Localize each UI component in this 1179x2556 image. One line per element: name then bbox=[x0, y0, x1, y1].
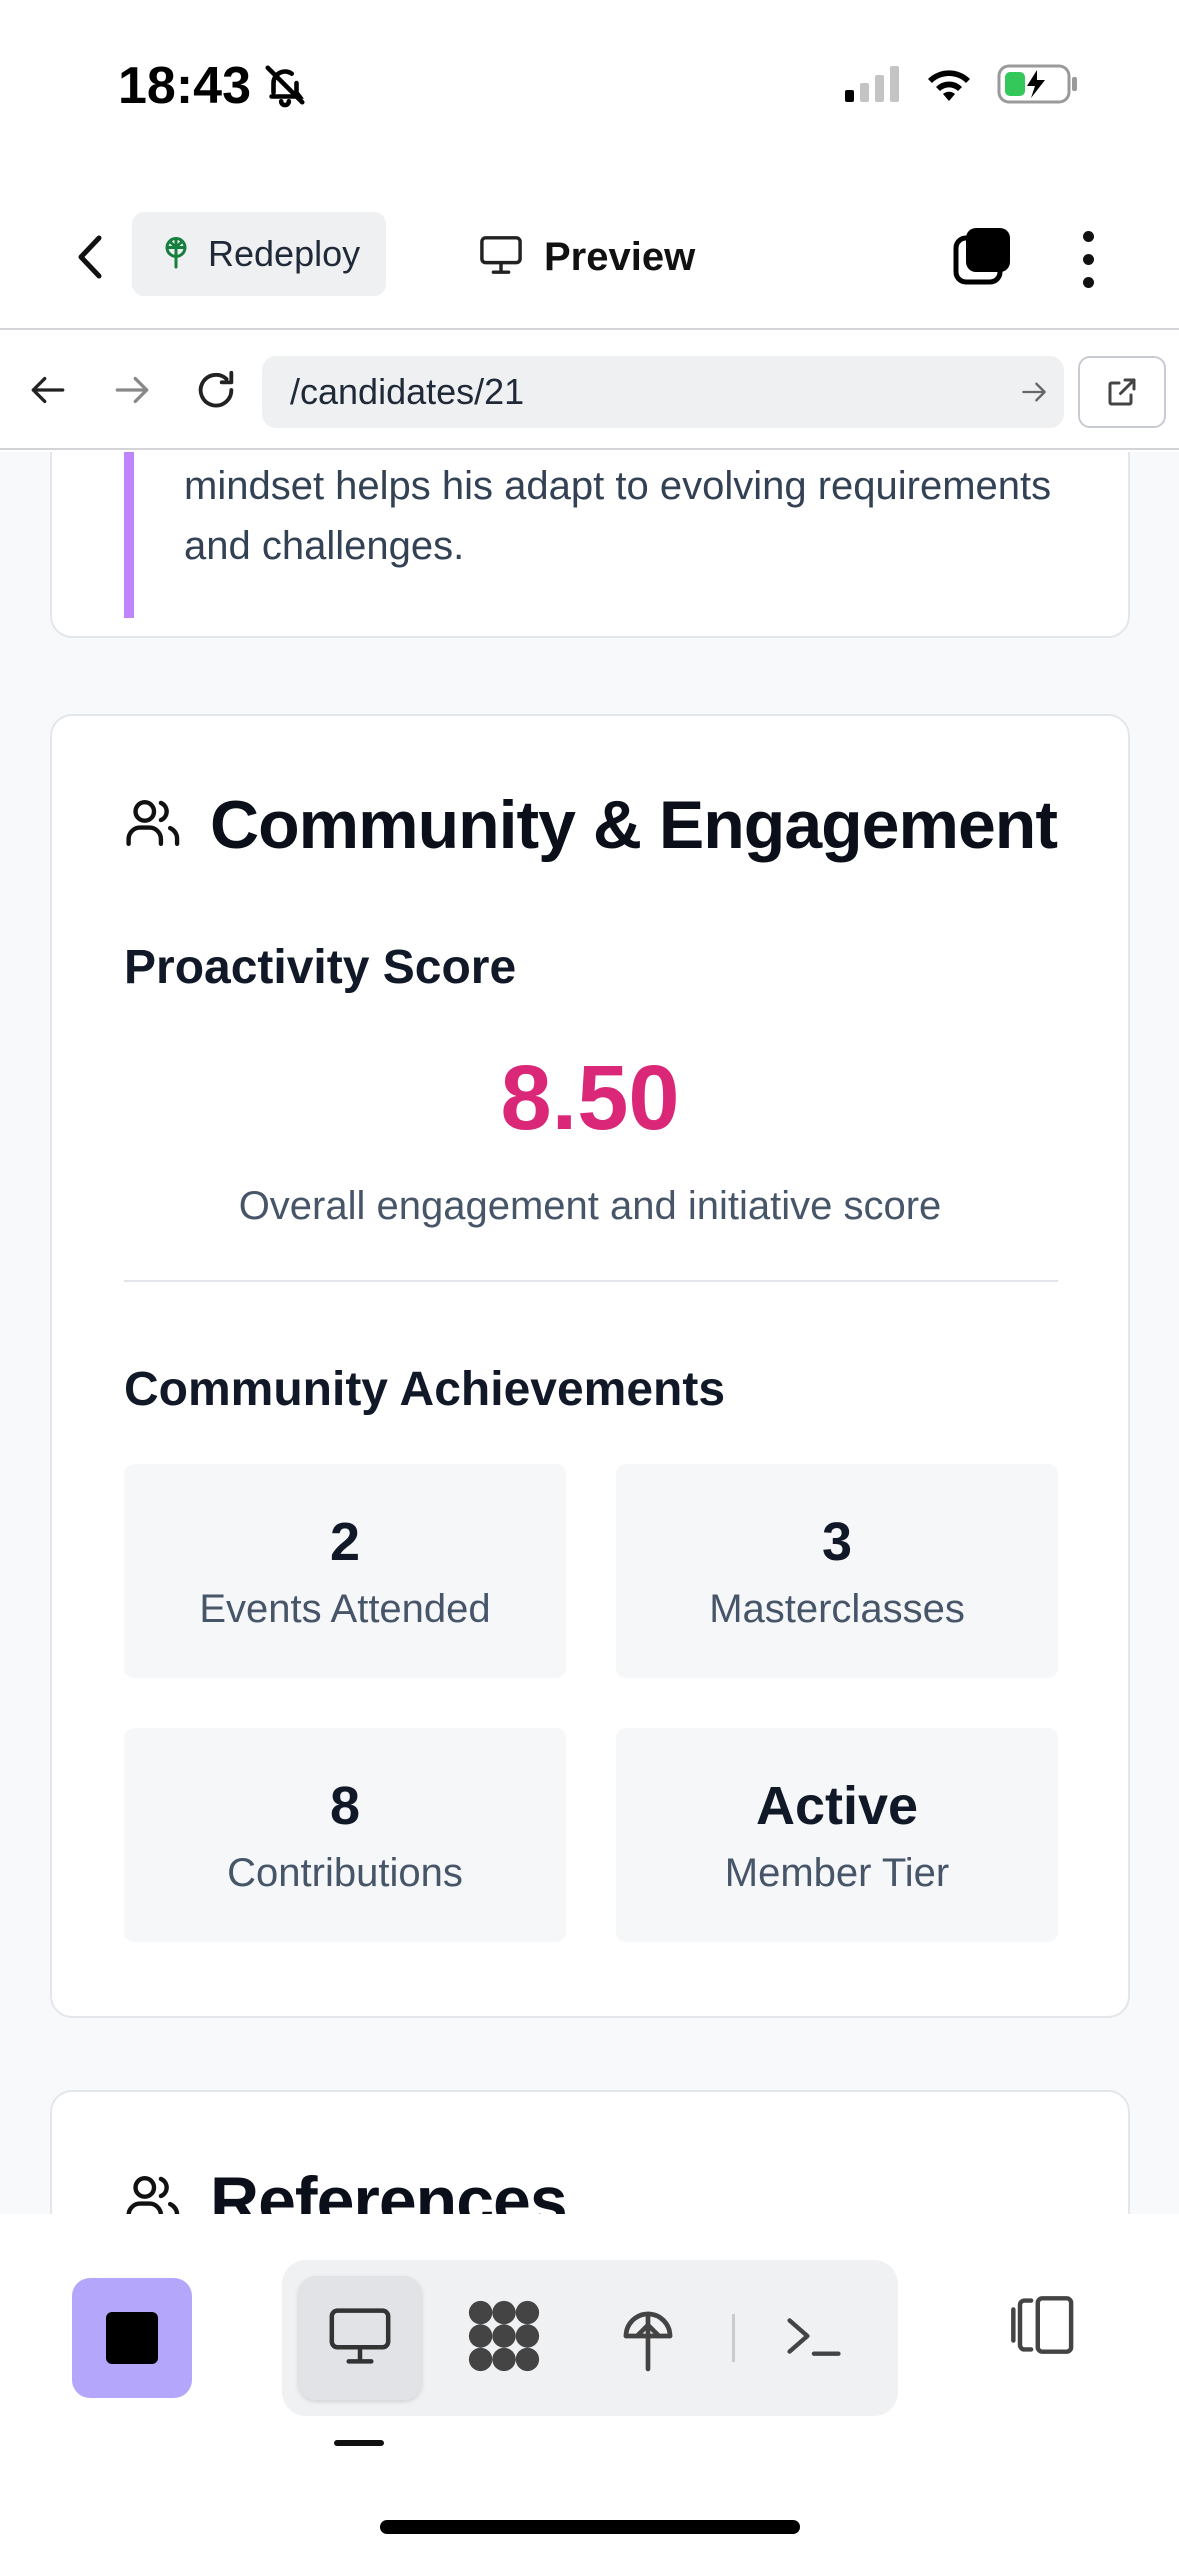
achievements-heading: Community Achievements bbox=[124, 1363, 726, 1416]
chevron-left-icon[interactable] bbox=[60, 222, 120, 292]
terminal-tool[interactable] bbox=[752, 2276, 876, 2400]
deploy-tree-icon bbox=[615, 2300, 681, 2377]
browser-bar: /candidates/21 bbox=[0, 332, 1179, 450]
achievement-tile: 2 Events Attended bbox=[124, 1464, 566, 1678]
more-vertical-icon[interactable] bbox=[1068, 224, 1108, 294]
separator bbox=[732, 2314, 735, 2362]
monitor-icon bbox=[478, 234, 524, 281]
achievement-label: Events Attended bbox=[199, 1586, 491, 1631]
section-header: References bbox=[124, 2162, 568, 2214]
achievement-tile: 8 Contributions bbox=[124, 1728, 566, 1942]
achievement-tile: 3 Masterclasses bbox=[616, 1464, 1058, 1678]
tabs-icon[interactable] bbox=[950, 224, 1014, 293]
wifi-icon bbox=[923, 65, 975, 108]
view-switcher bbox=[282, 2260, 898, 2416]
monitor-tool[interactable] bbox=[298, 2276, 422, 2400]
active-tab-indicator bbox=[334, 2440, 384, 2446]
arrow-go-icon[interactable] bbox=[1004, 379, 1064, 405]
status-bar: 18:43 bbox=[0, 0, 1179, 180]
section-title: References bbox=[210, 2163, 568, 2214]
bell-slash-icon bbox=[262, 62, 308, 113]
external-link-icon[interactable] bbox=[1078, 356, 1166, 428]
achievement-value: 3 bbox=[821, 1511, 853, 1572]
bottom-toolbar bbox=[0, 2214, 1179, 2556]
achievement-tile: Active Member Tier bbox=[616, 1728, 1058, 1942]
achievement-label: Member Tier bbox=[724, 1850, 950, 1895]
quote-accent-bar bbox=[124, 452, 134, 618]
terminal-icon bbox=[783, 2310, 845, 2367]
deploy-tool[interactable] bbox=[586, 2276, 710, 2400]
about-card: mindset helps his adapt to evolving requ… bbox=[50, 452, 1130, 638]
users-icon bbox=[124, 2171, 184, 2214]
reload-icon[interactable] bbox=[188, 362, 244, 418]
achievement-value: Active bbox=[755, 1775, 919, 1836]
references-card: References bbox=[50, 2090, 1130, 2214]
url-field[interactable]: /candidates/21 bbox=[262, 356, 1064, 428]
community-engagement-card: Community & Engagement Proactivity Score… bbox=[50, 714, 1130, 2018]
proactivity-score: 8.50 bbox=[500, 1047, 680, 1149]
section-header: Community & Engagement bbox=[124, 786, 1058, 864]
panel-layout-icon[interactable] bbox=[1000, 2290, 1080, 2365]
achievement-label: Masterclasses bbox=[709, 1586, 965, 1631]
home-indicator[interactable] bbox=[380, 2520, 800, 2534]
preview-button[interactable]: Preview bbox=[478, 222, 695, 292]
achievement-value: 8 bbox=[329, 1775, 361, 1836]
status-time: 18:43 bbox=[118, 57, 251, 115]
stop-icon bbox=[106, 2312, 158, 2364]
about-text: mindset helps his adapt to evolving requ… bbox=[184, 464, 1052, 568]
preview-label: Preview bbox=[544, 234, 696, 279]
proactivity-heading: Proactivity Score bbox=[124, 941, 517, 994]
battery-charging-icon bbox=[997, 64, 1079, 109]
tree-icon bbox=[158, 234, 194, 275]
stop-button[interactable] bbox=[72, 2278, 192, 2398]
redeploy-label: Redeploy bbox=[208, 233, 361, 274]
section-title: Community & Engagement bbox=[210, 787, 1058, 863]
users-icon bbox=[124, 795, 184, 856]
grid-blobs-icon bbox=[465, 2297, 543, 2380]
app-toolbar: Redeploy Preview bbox=[0, 180, 1179, 330]
arrow-left-icon[interactable] bbox=[20, 362, 76, 418]
achievement-label: Contributions bbox=[227, 1850, 463, 1895]
score-caption: Overall engagement and initiative score bbox=[238, 1184, 942, 1228]
cellular-signal-icon bbox=[845, 66, 901, 107]
url-text: /candidates/21 bbox=[290, 371, 525, 412]
achievement-value: 2 bbox=[329, 1511, 361, 1572]
page-content[interactable]: mindset helps his adapt to evolving requ… bbox=[0, 452, 1179, 2214]
arrow-right-icon[interactable] bbox=[104, 362, 160, 418]
redeploy-button[interactable]: Redeploy bbox=[132, 212, 386, 296]
monitor-icon bbox=[325, 2305, 395, 2372]
divider bbox=[124, 1280, 1058, 1282]
workspace-tool[interactable] bbox=[442, 2276, 566, 2400]
